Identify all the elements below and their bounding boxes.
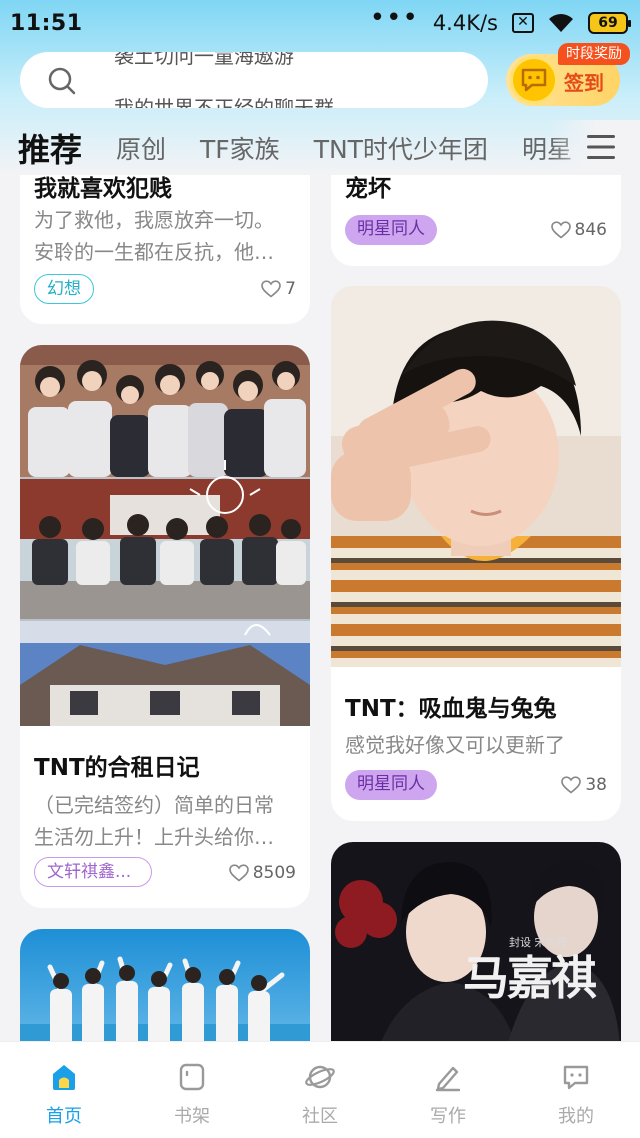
book-desc-line: 感觉我好像又可以更新了	[345, 733, 565, 757]
cover-title-text: 马嘉祺	[463, 951, 597, 1005]
book-title: TNT：吸血鬼与兔兔	[345, 696, 557, 722]
home-icon	[53, 1065, 75, 1090]
heart-icon	[561, 776, 582, 794]
nav-community-label: 社区	[302, 1106, 338, 1127]
book-title: TNT的合租日记	[34, 755, 200, 781]
status-bar: 11:51 ••• 4.4K/s ✕ 69	[0, 0, 640, 46]
book-card-right-2[interactable]: TNT：吸血鬼与兔兔 感觉我好像又可以更新了 明星同人 38	[331, 286, 621, 821]
book-desc-line: （已完结签约）简单的日常	[34, 793, 274, 817]
nav-write-label: 写作	[430, 1106, 466, 1127]
nav-mine[interactable]: 我的	[512, 1042, 640, 1138]
tab-tnt[interactable]: TNT时代少年团	[314, 130, 488, 166]
heart-icon	[261, 280, 281, 298]
nav-mine-label: 我的	[558, 1106, 594, 1127]
book-card-left-3[interactable]	[20, 929, 310, 1041]
like-count-value: 38	[585, 775, 607, 795]
network-speed: 4.4K/s	[432, 11, 498, 35]
search-hint-top: 袭土切问一童海遨游	[114, 52, 294, 68]
tab-tf-family[interactable]: TF家族	[200, 130, 280, 166]
genre-tag[interactable]: 明星同人	[345, 215, 437, 245]
book-title: 宠坏	[345, 176, 391, 202]
book-description: 感觉我好像又可以更新了	[331, 729, 579, 761]
book-cover-image	[331, 286, 621, 667]
book-card-left-2[interactable]: TNT的合租日记 （已完结签约）简单的日常 生活勿上升！上升头给你… 文轩祺鑫.…	[20, 345, 310, 908]
message-icon	[563, 1065, 589, 1090]
book-card-right-3[interactable]: 马嘉祺 封设 宋屿桉	[331, 842, 621, 1041]
nav-home[interactable]: 首页	[0, 1042, 128, 1138]
more-dots: •••	[369, 3, 419, 33]
nav-community[interactable]: 社区	[256, 1042, 384, 1138]
heart-icon	[228, 864, 249, 882]
tab-original[interactable]: 原创	[116, 130, 166, 166]
search-bar[interactable]: 袭土切问一童海遨游 我的世界不正经的聊天群	[20, 52, 488, 108]
search-hint-bottom: 我的世界不正经的聊天群	[114, 96, 334, 108]
signin-label: 签到	[564, 71, 604, 95]
nav-bookshelf[interactable]: 书架	[128, 1042, 256, 1138]
book-description: （已完结签约）简单的日常 生活勿上升！上升头给你…	[20, 789, 288, 853]
tab-recommended[interactable]: 推荐	[18, 125, 82, 171]
book-title: 我就喜欢犯贱	[34, 176, 172, 202]
like-count-value: 846	[574, 220, 607, 240]
battery-icon: 69	[588, 12, 631, 34]
search-hint-carousel[interactable]: 袭土切问一童海遨游 我的世界不正经的聊天群	[96, 52, 478, 108]
menu-icon[interactable]	[586, 133, 616, 161]
book-card-right-1[interactable]: 宠坏 明星同人 846	[331, 175, 621, 266]
like-count-value: 8509	[252, 863, 296, 883]
nav-bookshelf-label: 书架	[174, 1106, 210, 1127]
like-count[interactable]: 38	[561, 775, 607, 795]
like-count-value: 7	[285, 279, 296, 299]
book-card-left-1[interactable]: 我就喜欢犯贱 为了救他，我愿放弃一切。 安聆的一生都在反抗，他… 幻想 7	[20, 175, 310, 324]
book-description: 为了救他，我愿放弃一切。 安聆的一生都在反抗，他…	[20, 204, 288, 268]
book-desc-line: 安聆的一生都在反抗，他…	[34, 240, 274, 264]
book-desc-line: 生活勿上升！上升头给你…	[34, 825, 274, 849]
nav-home-label: 首页	[46, 1106, 82, 1127]
genre-tag[interactable]: 文轩祺鑫...	[34, 857, 152, 887]
book-cover-image	[20, 345, 310, 726]
heart-icon	[550, 221, 571, 239]
genre-tag[interactable]: 明星同人	[345, 770, 437, 800]
time-reward-badge: 时段奖励	[558, 43, 630, 65]
bottom-nav: 首页 书架 社区 写作 我的	[0, 1041, 640, 1138]
nav-write[interactable]: 写作	[384, 1042, 512, 1138]
book-cover-image	[20, 929, 310, 1041]
book-desc-line: 为了救他，我愿放弃一切。	[34, 208, 274, 232]
search-icon[interactable]	[46, 65, 78, 97]
coin-chat-icon	[510, 56, 558, 104]
category-tabs: 推荐 原创 TF家族 TNT时代少年团 明星	[0, 120, 640, 175]
planet-icon	[305, 1065, 335, 1089]
sim-x-icon: ✕	[512, 13, 534, 33]
status-icons: ••• 4.4K/s ✕ 69	[370, 5, 631, 35]
cover-credit-text: 封设 宋屿桉	[509, 936, 568, 949]
like-count[interactable]: 846	[550, 220, 607, 240]
status-time: 11:51	[10, 10, 83, 36]
genre-tag[interactable]: 幻想	[34, 274, 94, 304]
bookshelf-icon	[179, 1063, 205, 1091]
like-count[interactable]: 7	[261, 279, 296, 299]
pen-icon	[435, 1066, 461, 1092]
wifi-icon	[549, 14, 573, 32]
feed: 我就喜欢犯贱 为了救他，我愿放弃一切。 安聆的一生都在反抗，他… 幻想 7 宠坏…	[0, 175, 640, 1041]
like-count[interactable]: 8509	[228, 863, 296, 883]
